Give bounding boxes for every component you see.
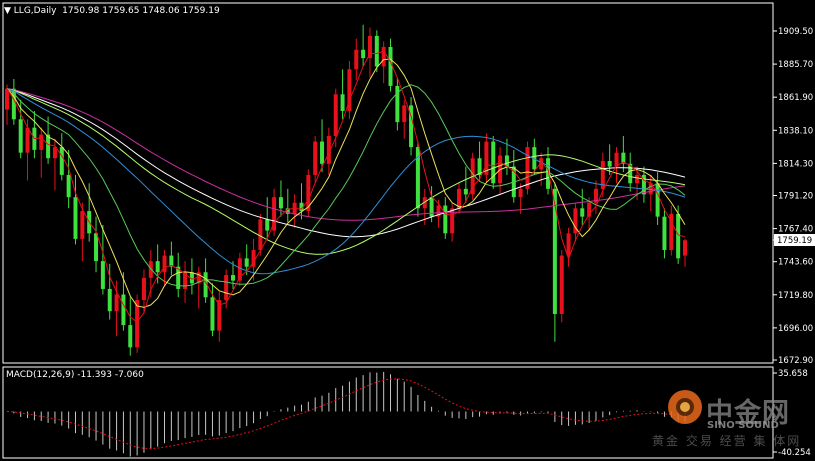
candle-body xyxy=(683,240,687,256)
candle-body xyxy=(210,297,215,331)
candle-body xyxy=(443,205,448,234)
candle-body xyxy=(100,261,105,289)
candle-body xyxy=(59,147,64,175)
current-price-label: 1759.19 xyxy=(777,236,812,246)
chart-window: 1909.50 1885.70 1861.90 1838.10 1814.30 1791.… xyxy=(0,0,815,461)
candle-body xyxy=(265,219,270,231)
candle-body xyxy=(224,275,229,301)
candle-body xyxy=(80,211,85,239)
candle-body xyxy=(25,127,30,153)
macd-signal-line xyxy=(6,378,686,450)
macd-header: MACD(12,26,9) -11.393 -7.060 xyxy=(6,370,144,380)
ohlc-low: 1748.06 xyxy=(142,6,180,16)
macd-title: MACD(12,26,9) xyxy=(6,370,75,380)
candle-body xyxy=(128,325,133,348)
ma-magenta-line xyxy=(6,88,686,221)
ohlc-close: 1759.19 xyxy=(182,6,220,16)
macd-axis-label: 35.658 xyxy=(778,369,808,379)
candle-body xyxy=(135,300,140,348)
candle-body xyxy=(388,46,393,86)
ma-green-line xyxy=(6,84,686,287)
candle-body xyxy=(566,233,571,256)
candle-body xyxy=(559,255,564,314)
candle-body xyxy=(320,141,325,164)
price-axis-label: 1791.20 xyxy=(778,192,813,202)
candle-body xyxy=(504,155,509,167)
candle-body xyxy=(94,233,99,262)
candle-body xyxy=(5,88,9,110)
price-axis-label: 1743.60 xyxy=(778,258,813,268)
candle-body xyxy=(662,216,667,251)
candle-body xyxy=(635,174,640,184)
candle-body xyxy=(367,35,372,59)
candle-body xyxy=(402,105,407,123)
candle-body xyxy=(340,94,345,111)
chart-header: ▼ LLG,Daily 1750.98 1759.65 1748.06 1759… xyxy=(4,6,220,16)
macd-axis-label: -40.254 xyxy=(778,448,811,458)
watermark-logo-icon xyxy=(668,390,702,424)
price-axis-label: 1719.80 xyxy=(778,291,813,301)
ma-red-line xyxy=(6,50,686,323)
candle-body xyxy=(162,255,167,273)
chart-title: LLG,Daily xyxy=(13,6,57,16)
candle-body xyxy=(258,219,263,251)
candle-body xyxy=(429,197,434,217)
candle-body xyxy=(231,275,235,281)
candle-body xyxy=(580,208,585,217)
candle-body xyxy=(477,158,482,175)
candle-body xyxy=(607,161,612,167)
candle-body xyxy=(313,141,318,175)
price-axis-label: 1814.30 xyxy=(778,159,813,169)
candle-body xyxy=(676,213,681,259)
ma-lime-line xyxy=(6,88,686,255)
candle-body xyxy=(66,174,71,198)
candle-body xyxy=(552,188,557,314)
candle-body xyxy=(114,294,119,312)
ma-blue-line xyxy=(6,88,686,275)
watermark-logo xyxy=(665,387,705,431)
ohlc-high: 1759.65 xyxy=(102,6,140,16)
candle-body xyxy=(141,277,146,301)
price-axis-label: 1885.70 xyxy=(778,60,813,70)
ohlc-open: 1750.98 xyxy=(62,6,100,16)
candle-body xyxy=(107,288,112,312)
candle-body xyxy=(655,183,660,217)
candle-body xyxy=(155,261,160,273)
candle-body xyxy=(18,119,23,153)
price-axis-label: 1672.90 xyxy=(778,356,813,366)
price-axis-label: 1838.10 xyxy=(778,126,813,136)
candle-body xyxy=(244,258,249,267)
candle-body xyxy=(381,46,386,67)
watermark-subtitle: SINO SOUND xyxy=(707,420,779,431)
price-axis-label: 1767.40 xyxy=(778,225,813,235)
candle-body xyxy=(73,197,78,239)
candle-body xyxy=(121,294,126,326)
candle-body xyxy=(374,35,379,67)
candle-body xyxy=(354,49,359,70)
candle-body xyxy=(361,49,366,59)
chart-menu-triangle-icon[interactable]: ▼ xyxy=(4,6,11,16)
candle-body xyxy=(46,134,51,159)
candle-body xyxy=(333,94,338,136)
price-axis-label: 1861.90 xyxy=(778,93,813,103)
price-axis-label: 1696.00 xyxy=(778,324,813,334)
candle-body xyxy=(39,134,44,150)
candle-body xyxy=(278,197,283,209)
macd-values: -11.393 -7.060 xyxy=(77,370,144,380)
candle-body xyxy=(463,188,468,195)
candle-body xyxy=(525,147,530,189)
watermark-footer: 黄金 交易 经营 集 体网 xyxy=(652,434,802,448)
candle-body xyxy=(518,188,523,198)
price-axis-label: 1909.50 xyxy=(778,27,813,37)
